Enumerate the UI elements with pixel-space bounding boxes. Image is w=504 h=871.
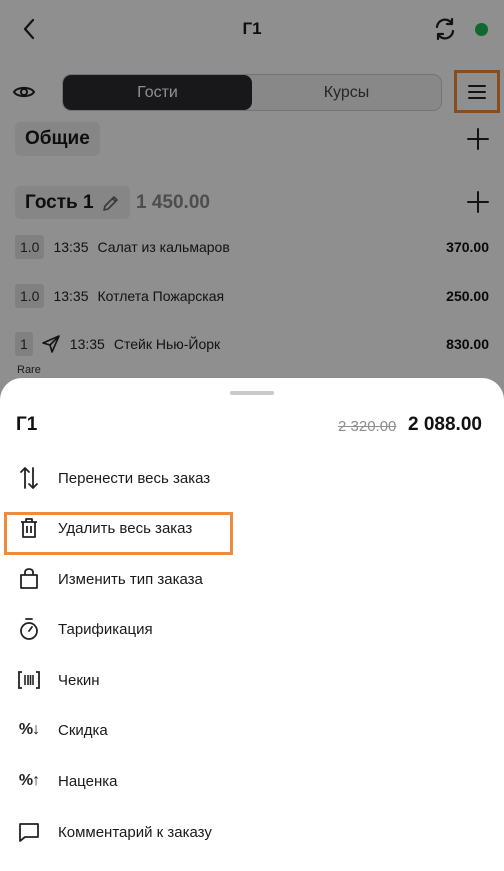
- original-total: 2 320.00: [338, 418, 397, 435]
- bag-icon: [16, 566, 42, 592]
- markup-item[interactable]: %↑ Наценка: [0, 761, 504, 801]
- discounted-total: 2 088.00: [408, 414, 482, 435]
- highlight-annotation: [4, 512, 233, 555]
- order-actions-sheet: Г1 2 320.00 2 088.00 Перенести весь зака…: [0, 378, 504, 871]
- checkin-item[interactable]: Чекин: [0, 660, 504, 700]
- percent-up-icon: %↑: [18, 772, 40, 789]
- sheet-title: Г1: [16, 414, 38, 435]
- order-comment-item[interactable]: Комментарий к заказу: [0, 812, 504, 852]
- transfer-arrows-icon: [16, 465, 42, 491]
- menu-item-label: Комментарий к заказу: [58, 823, 212, 841]
- menu-item-label: Перенести весь заказ: [58, 469, 211, 487]
- menu-item-label: Наценка: [58, 772, 118, 790]
- change-order-type-item[interactable]: Изменить тип заказа: [0, 559, 504, 599]
- tariffication-item[interactable]: Тарификация: [0, 609, 504, 649]
- sheet-drag-handle[interactable]: [230, 391, 274, 395]
- menu-item-label: Тарификация: [58, 620, 153, 638]
- transfer-order-item[interactable]: Перенести весь заказ: [0, 458, 504, 498]
- comment-icon: [16, 819, 42, 845]
- discount-item[interactable]: %↓ Скидка: [0, 710, 504, 750]
- menu-item-label: Скидка: [58, 721, 108, 739]
- barcode-scan-icon: [16, 667, 42, 693]
- menu-item-label: Изменить тип заказа: [58, 570, 203, 588]
- stopwatch-icon: [16, 616, 42, 642]
- percent-down-icon: %↓: [18, 721, 40, 738]
- menu-item-label: Чекин: [58, 671, 100, 689]
